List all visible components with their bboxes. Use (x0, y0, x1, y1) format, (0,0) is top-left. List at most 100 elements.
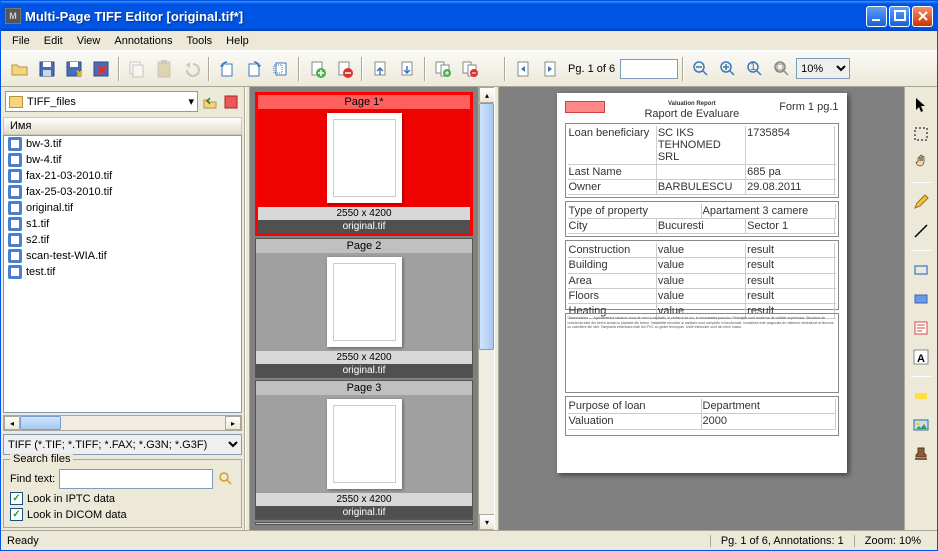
tiff-file-icon (8, 249, 22, 263)
search-legend: Search files (10, 453, 73, 465)
remove-page-button[interactable] (331, 56, 357, 82)
scroll-left-icon[interactable]: ◂ (4, 416, 20, 430)
file-item[interactable]: s1.tif (4, 216, 241, 232)
page-thumbnail[interactable]: Page 4 (255, 522, 473, 525)
scroll-down-icon[interactable]: ▾ (479, 514, 495, 530)
prev-page-button[interactable] (510, 56, 536, 82)
pointer-tool[interactable] (909, 93, 933, 117)
doc-subtitle: Raport de Evaluare (605, 108, 780, 120)
thumb-image (327, 399, 402, 489)
thumb-filename: original.tif (256, 364, 472, 377)
note-tool[interactable] (909, 316, 933, 340)
find-text-input[interactable] (59, 469, 213, 489)
page-input[interactable] (620, 59, 678, 79)
open-button[interactable] (7, 56, 33, 82)
dicom-checkbox-label: Look in DICOM data (27, 509, 127, 521)
stamp-tool[interactable] (909, 442, 933, 466)
tiff-file-icon (8, 169, 22, 183)
hand-tool[interactable] (909, 151, 933, 175)
iptc-checkbox[interactable]: ✓ (10, 492, 23, 505)
filelist-hscrollbar[interactable]: ◂ ▸ (3, 415, 242, 431)
find-button[interactable] (217, 470, 235, 488)
scroll-right-icon[interactable]: ▸ (225, 416, 241, 430)
page-thumbnail[interactable]: Page 1* 2550 x 4200 original.tif (255, 92, 473, 236)
zoom-select[interactable]: 10% (796, 58, 850, 79)
tiff-file-icon (8, 217, 22, 231)
thumb-title: Page 1* (258, 95, 470, 109)
find-text-label: Find text: (10, 473, 55, 485)
text-tool[interactable]: A (909, 345, 933, 369)
pencil-tool[interactable] (909, 190, 933, 214)
next-page-button[interactable] (537, 56, 563, 82)
rotate-right-button[interactable] (241, 56, 267, 82)
menu-tools[interactable]: Tools (179, 33, 219, 49)
maximize-button[interactable] (889, 6, 910, 27)
rotate-left-button[interactable] (214, 56, 240, 82)
save-button[interactable] (34, 56, 60, 82)
file-item[interactable]: scan-test-WIA.tif (4, 248, 241, 264)
file-filter-select[interactable]: TIFF (*.TIF; *.TIFF; *.FAX; *.G3N; *.G3F… (3, 434, 242, 455)
copy-button[interactable] (124, 56, 150, 82)
insert-after-button[interactable] (457, 56, 483, 82)
page-indicator-label: Pg. 1 of 6 (568, 63, 615, 75)
paste-button[interactable] (151, 56, 177, 82)
page-thumbnail[interactable]: Page 2 2550 x 4200 original.tif (255, 238, 473, 378)
annotation-toolbar: A (904, 87, 937, 530)
thumb-title: Page 3 (256, 381, 472, 395)
add-page-button[interactable] (304, 56, 330, 82)
thumb-dimensions: 2550 x 4200 (258, 207, 470, 220)
thumb-dimensions: 2550 x 4200 (256, 493, 472, 506)
page-preview[interactable]: Valuation Report Raport de Evaluare Form… (499, 87, 904, 530)
doc-form-label: Form 1 pg.1 (779, 101, 838, 113)
svg-text:A: A (917, 353, 925, 365)
image-tool[interactable] (909, 413, 933, 437)
minimize-button[interactable] (866, 6, 887, 27)
page-thumbnail[interactable]: Page 3 2550 x 4200 original.tif (255, 380, 473, 520)
zoom-fit-button[interactable] (769, 56, 795, 82)
line-tool[interactable] (909, 219, 933, 243)
thumb-dimensions: 2550 x 4200 (256, 351, 472, 364)
undo-button[interactable] (178, 56, 204, 82)
zoom-actual-button[interactable]: 1 (742, 56, 768, 82)
highlight-tool[interactable] (909, 384, 933, 408)
title-bar: M Multi-Page TIFF Editor [original.tif*] (1, 1, 937, 31)
dicom-checkbox[interactable]: ✓ (10, 508, 23, 521)
chevron-down-icon: ▾ (188, 95, 194, 108)
menu-view[interactable]: View (70, 33, 108, 49)
file-item[interactable]: fax-21-03-2010.tif (4, 168, 241, 184)
thumbs-vscrollbar[interactable]: ▴ ▾ (478, 87, 494, 530)
file-item[interactable]: s2.tif (4, 232, 241, 248)
close-button[interactable] (912, 6, 933, 27)
folder-up-button[interactable] (201, 93, 219, 111)
filelist-header-name[interactable]: Имя (3, 117, 242, 135)
menu-file[interactable]: File (5, 33, 37, 49)
folder-dropdown[interactable]: TIFF_files ▾ (5, 91, 198, 112)
file-item[interactable]: bw-4.tif (4, 152, 241, 168)
menu-help[interactable]: Help (219, 33, 256, 49)
delete-button[interactable] (88, 56, 114, 82)
select-area-tool[interactable] (909, 122, 933, 146)
status-zoom: Zoom: 10% (854, 535, 931, 547)
insert-before-button[interactable] (430, 56, 456, 82)
menu-annotations[interactable]: Annotations (107, 33, 179, 49)
file-item[interactable]: fax-25-03-2010.tif (4, 184, 241, 200)
file-item[interactable]: test.tif (4, 264, 241, 280)
save-as-button[interactable] (61, 56, 87, 82)
scroll-up-icon[interactable]: ▴ (479, 87, 495, 103)
thumb-image (327, 257, 402, 347)
file-list[interactable]: bw-3.tif bw-4.tif fax-21-03-2010.tif fax… (3, 135, 242, 413)
zoom-out-button[interactable] (688, 56, 714, 82)
zoom-in-button[interactable] (715, 56, 741, 82)
crop-button[interactable] (268, 56, 294, 82)
refresh-folder-button[interactable] (222, 93, 240, 111)
menu-edit[interactable]: Edit (37, 33, 70, 49)
main-toolbar: Pg. 1 of 6 1 10% (1, 51, 937, 87)
iptc-checkbox-label: Look in IPTC data (27, 493, 115, 505)
file-item[interactable]: bw-3.tif (4, 136, 241, 152)
filled-rectangle-tool[interactable] (909, 287, 933, 311)
file-item[interactable]: original.tif (4, 200, 241, 216)
page-down-button[interactable] (394, 56, 420, 82)
rectangle-tool[interactable] (909, 258, 933, 282)
page-up-button[interactable] (367, 56, 393, 82)
tiff-file-icon (8, 265, 22, 279)
